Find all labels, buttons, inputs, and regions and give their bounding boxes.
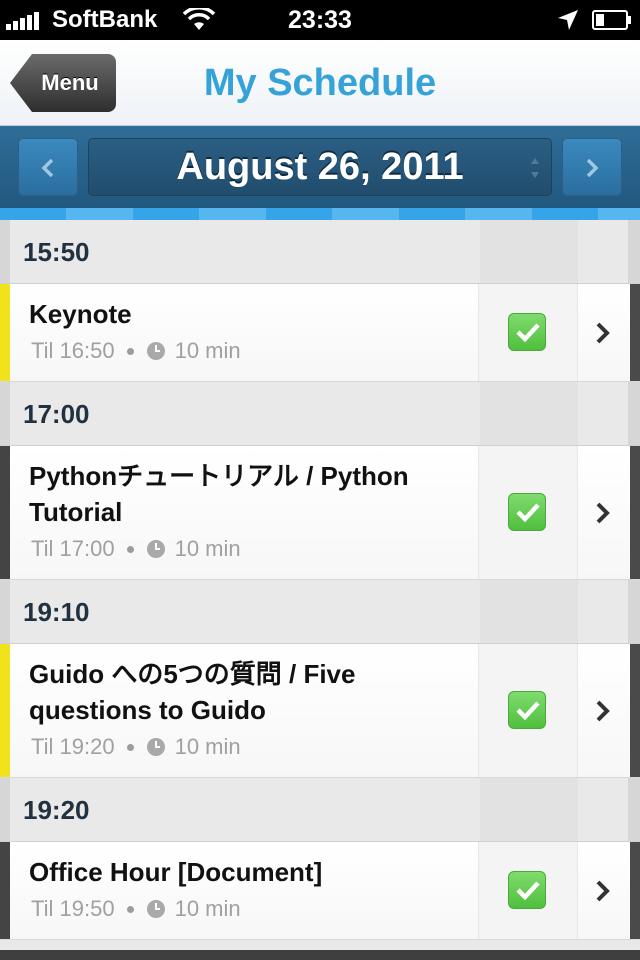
section-header: 19:20 [0, 778, 640, 842]
up-down-arrows-icon [531, 158, 539, 178]
track-color-stripe [0, 446, 10, 579]
date-bar-stripe [0, 208, 640, 220]
section-time: 19:20 [23, 795, 90, 825]
checkmark-icon [516, 323, 540, 343]
session-row[interactable]: Keynote Til 16:50 10 min [0, 284, 640, 382]
session-meta: Til 16:50 10 min [31, 336, 241, 366]
session-row[interactable]: Office Hour [Document] Til 19:50 10 min [0, 842, 640, 940]
session-title: Pythonチュートリアル / Python Tutorial [29, 461, 409, 527]
section-header: 15:50 [0, 220, 640, 284]
attend-checkbox[interactable] [508, 871, 546, 909]
section-time: 17:00 [23, 399, 90, 429]
section-header: 19:10 [0, 580, 640, 644]
session-row[interactable]: Pythonチュートリアル / Python Tutorial Til 17:0… [0, 446, 640, 580]
session-duration: 10 min [174, 338, 241, 363]
track-color-stripe [0, 842, 10, 939]
current-date: August 26, 2011 [176, 146, 464, 188]
separator-dot [126, 743, 134, 751]
clock-icon [146, 342, 165, 360]
next-day-button[interactable] [562, 138, 622, 196]
session-title: Keynote [29, 299, 132, 329]
status-time: 23:33 [288, 6, 352, 34]
clock-icon [146, 738, 165, 756]
chevron-right-icon[interactable] [594, 699, 612, 723]
section-time: 19:10 [23, 597, 90, 627]
section-header: 17:00 [0, 382, 640, 446]
separator-dot [126, 347, 134, 355]
track-color-stripe [0, 284, 10, 381]
page-title: My Schedule [203, 62, 437, 104]
row-edge [630, 284, 640, 381]
section-time: 15:50 [23, 237, 90, 267]
session-meta: Til 19:20 10 min [31, 732, 241, 762]
bottom-edge [0, 950, 640, 960]
session-meta: Til 17:00 10 min [31, 534, 241, 564]
attend-checkbox[interactable] [508, 691, 546, 729]
checkmark-icon [516, 503, 540, 523]
attend-checkbox[interactable] [508, 493, 546, 531]
session-until: Til 17:00 [31, 536, 115, 561]
session-meta: Til 19:50 10 min [31, 894, 241, 924]
session-duration: 10 min [174, 536, 241, 561]
session-duration: 10 min [174, 896, 241, 921]
clock-icon [146, 900, 165, 918]
date-selector-bar: August 26, 2011 [0, 126, 640, 220]
session-until: Til 19:20 [31, 734, 115, 759]
chevron-right-icon[interactable] [594, 879, 612, 903]
battery-icon [592, 10, 631, 30]
clock-icon [146, 540, 165, 558]
status-bar: SoftBank 23:33 [0, 0, 640, 40]
session-until: Til 16:50 [31, 338, 115, 363]
chevron-right-icon[interactable] [594, 321, 612, 345]
chevron-right-icon[interactable] [594, 501, 612, 525]
chevron-right-icon [586, 158, 599, 178]
location-arrow-icon [558, 10, 578, 30]
session-duration: 10 min [174, 734, 241, 759]
row-edge [630, 644, 640, 777]
session-title: Office Hour [Document] [29, 857, 323, 887]
row-edge [630, 446, 640, 579]
separator-dot [126, 905, 134, 913]
checkmark-icon [516, 881, 540, 901]
attend-checkbox[interactable] [508, 313, 546, 351]
checkmark-icon [516, 701, 540, 721]
session-until: Til 19:50 [31, 896, 115, 921]
track-color-stripe [0, 644, 10, 777]
navigation-bar: Menu My Schedule [0, 40, 640, 126]
session-title: Guido への5つの質問 / Five questions to Guido [29, 659, 356, 725]
session-row[interactable]: Guido への5つの質問 / Five questions to Guido … [0, 644, 640, 778]
separator-dot [126, 545, 134, 553]
schedule-list: 15:50 Keynote Til 16:50 10 min 17:00 Pyt… [0, 220, 640, 960]
row-edge [630, 842, 640, 939]
